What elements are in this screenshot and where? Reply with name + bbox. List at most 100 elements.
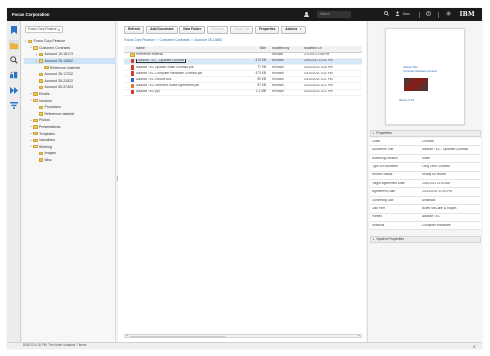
name-cell[interactable]: Alliance TEC Computer Hardware Contract.…	[136, 72, 250, 76]
breadcrumb-item[interactable]: Customer Contracts	[160, 38, 190, 42]
header-right: Search Sam IBM	[303, 8, 482, 21]
people-icon[interactable]	[303, 11, 314, 18]
user-icon[interactable]	[395, 11, 400, 17]
column-header-modified-on[interactable]: Modified On	[302, 47, 362, 51]
tree-node[interactable]: Account 55-37403	[24, 84, 116, 91]
scroll-right-icon[interactable]: ▸	[358, 334, 360, 338]
document-name[interactable]: Reference material	[136, 53, 163, 56]
column-header-modified-by[interactable]: Modified By	[270, 47, 302, 51]
property-row: Class Contract	[370, 138, 481, 147]
tree-node[interactable]: Misc	[24, 157, 116, 164]
tree-node[interactable]: ▾ Working	[24, 144, 116, 151]
browse-rail-button[interactable]	[9, 40, 19, 50]
system-properties-section-header[interactable]: ▸ System Properties	[370, 236, 481, 243]
tree-node-label: Templates	[39, 131, 55, 136]
repository-select[interactable]: Focus Corp Finance ▼	[25, 26, 63, 33]
name-cell[interactable]: Alliance TEC - Updated Contract	[136, 59, 250, 64]
property-value[interactable]: Ready for review	[419, 173, 481, 177]
tree-node-label: Account 55-37403	[44, 85, 73, 90]
breadcrumb-item[interactable]: Account 25-13692	[195, 38, 223, 42]
scroll-left-icon[interactable]: ◂	[126, 334, 128, 338]
modified-by-cell: Hcrowth	[272, 90, 284, 94]
magnifier-icon[interactable]	[383, 11, 389, 17]
global-search-input[interactable]: Search	[316, 11, 351, 18]
document-preview[interactable]: Alliance TEC Computer Hardware Contract …	[385, 28, 465, 125]
preview-title-line: Alliance TEC	[403, 66, 418, 69]
tree-node[interactable]: ▸ Emails	[24, 91, 116, 98]
property-value[interactable]: 10/4/2011 11:00 AM	[419, 182, 481, 186]
name-cell[interactable]: Alliance TEC Relevant Lease Agreement.pd…	[136, 84, 250, 88]
new-folder-button-label: New Folder	[183, 27, 202, 32]
refresh-button[interactable]: Refresh	[124, 26, 145, 34]
expanded-toggle-icon[interactable]: ▾	[24, 40, 27, 43]
tree-node[interactable]: Reference material	[24, 111, 116, 118]
property-name: Law Firm	[372, 206, 386, 210]
property-value[interactable]: Arkansas	[419, 199, 481, 203]
table-row[interactable]: Alliance TEC.ppt 1.1 MB Hcrowth 10/10/2011 …	[124, 89, 362, 96]
tree-node[interactable]: ▾ Focus Corp Finance	[24, 38, 116, 45]
tree-node-label: Customer Contracts	[39, 45, 71, 50]
user-menu[interactable]: Sam	[403, 12, 410, 16]
scrollbar-thumb[interactable]	[130, 335, 226, 338]
tree-node[interactable]: ▸ Photos	[24, 117, 116, 124]
gear-icon[interactable]	[446, 11, 451, 17]
new-folder-button[interactable]: New Folder	[179, 26, 206, 34]
tree-node[interactable]: ▸ Account 19-18173	[24, 51, 116, 58]
properties-button[interactable]: Properties	[255, 26, 280, 34]
tree-node[interactable]: ▾ Invoices	[24, 97, 116, 104]
add-document-button[interactable]: Add Document	[146, 26, 178, 34]
property-value[interactable]: Alliance TEC	[419, 215, 481, 219]
teamspaces-rail-button[interactable]	[9, 70, 19, 80]
document-name[interactable]: Alliance TEC Update Lease Contract.pdf	[136, 66, 193, 69]
property-value[interactable]: Alliance TEC - Updated Contract	[419, 148, 481, 152]
collapsed-toggle-icon[interactable]: ▸	[35, 53, 38, 56]
tree-node[interactable]: Reference material	[24, 64, 116, 71]
name-cell[interactable]: Alliance TEC.ppt	[136, 90, 250, 94]
name-cell[interactable]: Alliance TEC Update Lease Contract.pdf	[136, 66, 250, 70]
name-cell[interactable]: Alliance TEC Invoice.doc	[136, 78, 250, 82]
property-row: Governing Law Arkansas	[370, 197, 481, 206]
chevron-right-icon: ▸	[373, 237, 375, 241]
tree-node[interactable]: ▾ Account 25-13692	[24, 57, 116, 65]
actions-button[interactable]: Actions ▼	[281, 26, 307, 34]
tree-node[interactable]: Processes	[24, 104, 116, 111]
name-cell[interactable]: Reference material	[136, 53, 250, 57]
pdf-file-icon	[130, 59, 135, 64]
search-rail-button[interactable]	[9, 55, 19, 65]
horizontal-scrollbar[interactable]: ◂ ▸	[124, 334, 362, 338]
tree-node[interactable]: Account 35-22822	[24, 78, 116, 85]
document-name[interactable]: Alliance TEC.ppt	[136, 90, 160, 93]
column-header-name[interactable]: Name	[136, 47, 250, 51]
tree-node[interactable]: Account 35-17232	[24, 71, 116, 78]
document-name[interactable]: Alliance TEC - Updated Contract	[136, 59, 187, 64]
tree-node[interactable]: ▾ Customer Contracts	[24, 45, 116, 52]
property-row: Parties Alliance TEC	[370, 214, 481, 222]
check-out-button[interactable]: Check Out	[229, 26, 254, 34]
document-name[interactable]: Alliance TEC Invoice.doc	[136, 78, 171, 81]
property-value[interactable]: Sales	[419, 157, 481, 161]
file-type-cell	[129, 59, 136, 64]
filter-rail-button[interactable]	[9, 100, 19, 110]
tree-node[interactable]: ▸ Presentations	[24, 124, 116, 131]
work-rail-button[interactable]	[9, 85, 19, 95]
tree-node[interactable]: ▸ Valuations	[24, 137, 116, 144]
expanded-toggle-icon[interactable]: ▾	[35, 60, 38, 63]
document-name[interactable]: Alliance TEC Computer Hardware Contract.…	[136, 72, 202, 75]
column-header-size[interactable]: Size	[250, 46, 270, 51]
property-value[interactable]: Computer Hardware	[419, 224, 481, 228]
property-row: Review Status Ready for review	[370, 172, 481, 180]
properties-section-header[interactable]: ▾ Properties	[370, 130, 481, 137]
document-name[interactable]: Alliance TEC Relevant Lease Agreement.pd…	[136, 84, 199, 87]
breadcrumb-item[interactable]: Focus Corp Finance	[124, 38, 155, 42]
property-value[interactable]: Contract	[419, 140, 481, 144]
property-value[interactable]: Long Term Contract	[419, 165, 481, 169]
help-icon[interactable]	[426, 11, 431, 17]
favorites-rail-button[interactable]	[9, 25, 19, 35]
properties-table: Class Contract Document Title Alliance TEC …	[370, 138, 481, 231]
property-value[interactable]: 10/10/2011 11:00 PM	[419, 190, 481, 194]
property-value[interactable]: Butler McCabe & Rogan	[419, 207, 481, 211]
resize-grip-icon[interactable]: ◢	[473, 344, 475, 349]
tree-node[interactable]: ▸ Templates	[24, 130, 116, 137]
check-in-button[interactable]: Check In	[206, 26, 228, 34]
tree-node[interactable]: Images	[24, 150, 116, 157]
